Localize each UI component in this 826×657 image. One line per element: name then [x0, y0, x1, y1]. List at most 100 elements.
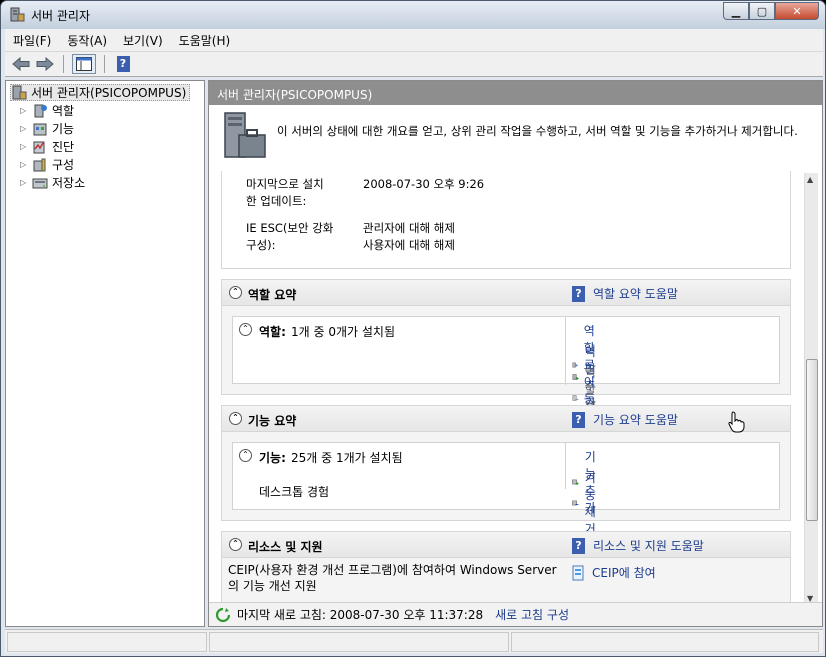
expand-arrow-icon[interactable]: ▷: [20, 160, 28, 169]
roles-summary-header[interactable]: ⌃ 역할 요약 ? 역할 요약 도움말: [222, 280, 790, 306]
tree-item-configuration[interactable]: ▷ 구성: [20, 156, 74, 173]
tree-item-label: 기능: [52, 122, 75, 136]
roles-help-label: 역할 요약 도움말: [593, 287, 678, 301]
resources-header[interactable]: ⌃ 리소스 및 지원 ? 리소스 및 지원 도움말: [222, 532, 790, 558]
configuration-icon: [33, 158, 46, 171]
scroll-up-icon[interactable]: ▲: [807, 175, 813, 184]
status-cell: [511, 632, 819, 652]
features-count: 25개 중 1개가 설치됨: [291, 451, 403, 465]
ceip-description: CEIP(사용자 환경 개선 프로그램)에 참여하여 Windows Serve…: [228, 563, 557, 593]
ie-esc-admin-link[interactable]: 관리자에 대해 해제: [363, 220, 455, 237]
minimize-button[interactable]: ▁: [723, 2, 749, 20]
window-status-bar: [5, 629, 823, 653]
help-icon: ?: [572, 285, 585, 302]
configure-refresh-link[interactable]: 새로 고침 구성: [495, 606, 569, 623]
last-update-value: 2008-07-30 오후 9:26: [363, 177, 485, 191]
roles-summary-section: ⌃ 역할 요약 ? 역할 요약 도움말 ⌃ 역할: 1개 중 0개가 설치됨 역…: [221, 279, 791, 431]
close-icon: ✕: [792, 4, 802, 18]
maximize-button[interactable]: ▢: [749, 2, 775, 20]
tree-item-features[interactable]: ▷ 기능: [20, 120, 74, 137]
console-tree-icon: [76, 57, 92, 71]
vertical-scrollbar[interactable]: ▲ ▼: [804, 173, 818, 605]
forward-arrow-icon: [36, 57, 54, 71]
toolbar-separator: [104, 55, 105, 73]
diagnostics-icon: [33, 141, 45, 153]
features-label: 기능:: [259, 451, 286, 465]
help-button[interactable]: ?: [113, 54, 133, 74]
tree-root-label: 서버 관리자(PSICOPOMPUS): [31, 86, 187, 100]
title-bar[interactable]: 서버 관리자 ▁ ▢ ✕: [1, 1, 825, 29]
tree-item-label: 저장소: [52, 176, 86, 190]
ie-esc-label: IE ESC(보안 강화 구성):: [246, 221, 334, 252]
last-refresh-text: 마지막 새로 고침: 2008-07-30 오후 11:37:28: [237, 608, 484, 622]
installed-feature: 데스크톱 경험: [259, 485, 330, 499]
roles-summary-title: 역할 요약: [248, 288, 297, 302]
storage-icon: [32, 178, 48, 188]
help-icon: ?: [116, 56, 130, 72]
remove-features-link[interactable]: 기능 제거: [572, 469, 605, 537]
features-summary-header[interactable]: ⌃ 기능 요약 ? 기능 요약 도움말: [222, 406, 790, 432]
collapse-icon[interactable]: ⌃: [239, 323, 252, 336]
tree-item-diagnostics[interactable]: ▷ 진단: [20, 138, 74, 155]
server-manager-window: 서버 관리자 ▁ ▢ ✕ 파일(F) 동작(A) 보기(V) 도움말(H) ?: [0, 0, 826, 657]
expand-arrow-icon[interactable]: ▷: [20, 142, 28, 151]
tree-item-roles[interactable]: ▷ 역할: [20, 102, 74, 119]
collapse-icon[interactable]: ⌃: [229, 286, 242, 299]
last-update-label: 마지막으로 설치 한 업데이트:: [246, 177, 324, 208]
toolbar: ?: [5, 51, 823, 77]
features-box: ⌃ 기능: 25개 중 1개가 설치됨 데스크톱 경험 기능 추가 기능 제거: [232, 442, 780, 536]
tree-item-storage[interactable]: ▷ 저장소: [20, 174, 85, 191]
tree-item-label: 구성: [52, 158, 75, 172]
roles-label: 역할:: [259, 325, 286, 339]
tree-root-server[interactable]: 서버 관리자(PSICOPOMPUS): [10, 84, 191, 101]
toolbar-separator: [63, 55, 64, 73]
forward-button[interactable]: [35, 54, 55, 74]
help-icon: ?: [572, 411, 585, 428]
intro-text: 이 서버의 상태에 대한 개요를 얻고, 상위 관리 작업을 수행하고, 서버 …: [277, 124, 798, 138]
roles-task-list: 역할로 이동 역할 추가 역할 제거: [565, 317, 596, 431]
back-arrow-icon: [12, 57, 30, 71]
menu-help[interactable]: 도움말(H): [171, 32, 239, 49]
tree-item-label: 진단: [52, 140, 75, 154]
minimize-icon: ▁: [731, 4, 741, 18]
server-icon: [12, 85, 27, 99]
collapse-icon[interactable]: ⌃: [229, 412, 242, 425]
remove-features-icon: [572, 500, 579, 506]
summary-content: 마지막으로 설치 한 업데이트: 2008-07-30 오후 9:26 IE E…: [221, 171, 791, 603]
tree-item-label: 역할: [52, 104, 75, 118]
back-button[interactable]: [11, 54, 31, 74]
features-summary-title: 기능 요약: [248, 414, 297, 428]
server-manager-icon: [10, 7, 25, 22]
features-help-link[interactable]: ? 기능 요약 도움말: [572, 411, 678, 428]
menu-action[interactable]: 동작(A): [59, 32, 115, 49]
resources-section: ⌃ 리소스 및 지원 ? 리소스 및 지원 도움말 CEIP(사용자 환경 개선…: [221, 531, 791, 603]
features-summary-section: ⌃ 기능 요약 ? 기능 요약 도움말 ⌃ 기능: 25개 중 1개가 설치됨 …: [221, 405, 791, 536]
collapse-icon[interactable]: ⌃: [229, 538, 242, 551]
join-ceip-link[interactable]: CEIP에 참여: [570, 564, 656, 581]
resources-title: 리소스 및 지원: [248, 540, 323, 554]
collapse-icon[interactable]: ⌃: [239, 449, 252, 462]
remove-roles-icon: [572, 395, 579, 401]
status-cell: [7, 632, 207, 652]
details-pane: 서버 관리자(PSICOPOMPUS) 이 서버의 상태에 대한 개요를 얻고,…: [208, 80, 823, 627]
ceip-icon: [572, 565, 584, 580]
status-cell: [209, 632, 509, 652]
intro-panel: 이 서버의 상태에 대한 개요를 얻고, 상위 관리 작업을 수행하고, 서버 …: [221, 111, 811, 165]
scroll-thumb[interactable]: [806, 359, 818, 521]
menu-view[interactable]: 보기(V): [115, 32, 171, 49]
menu-file[interactable]: 파일(F): [5, 32, 59, 49]
resources-help-link[interactable]: ? 리소스 및 지원 도움말: [572, 537, 704, 554]
ie-esc-user-link[interactable]: 사용자에 대해 해제: [363, 237, 455, 254]
close-button[interactable]: ✕: [775, 2, 819, 20]
expand-arrow-icon[interactable]: ▷: [20, 106, 28, 115]
menu-bar: 파일(F) 동작(A) 보기(V) 도움말(H): [5, 29, 823, 51]
roles-help-link[interactable]: ? 역할 요약 도움말: [572, 285, 678, 302]
features-icon: [33, 123, 47, 135]
show-hide-console-tree-button[interactable]: [72, 54, 96, 74]
expand-arrow-icon[interactable]: ▷: [20, 178, 28, 187]
refresh-icon: [215, 607, 231, 622]
console-tree: 서버 관리자(PSICOPOMPUS) ▷ 역할 ▷ 기능 ▷ 진단 ▷ 구성 …: [5, 80, 205, 627]
resources-help-label: 리소스 및 지원 도움말: [593, 539, 704, 553]
hand-cursor-icon: [728, 411, 745, 433]
expand-arrow-icon[interactable]: ▷: [20, 124, 28, 133]
